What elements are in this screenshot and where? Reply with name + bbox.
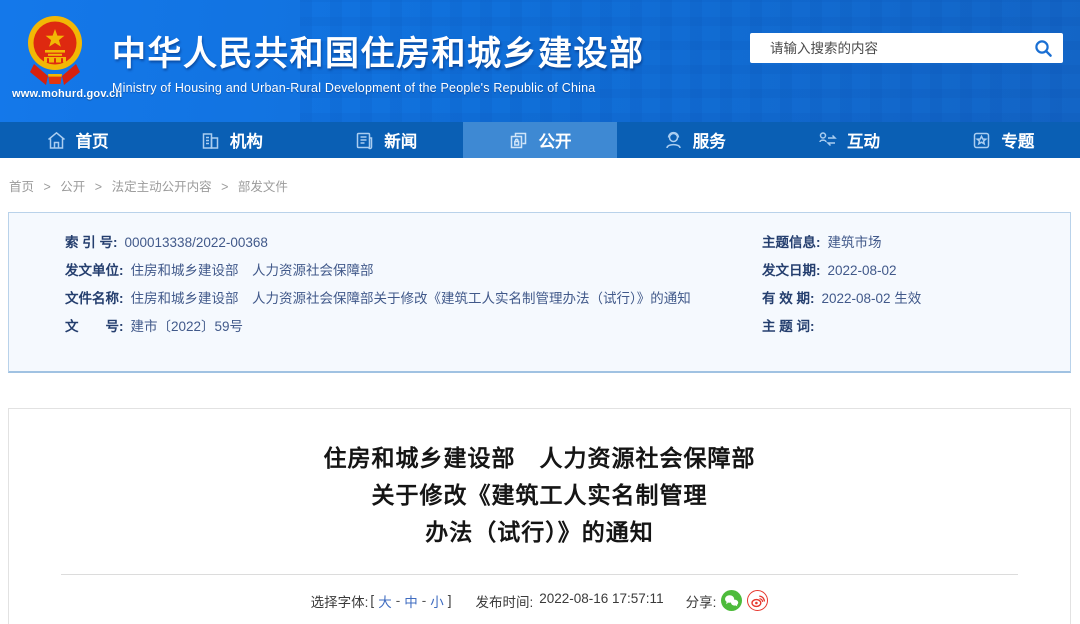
meta-row-keywords: 主 题 词: <box>762 319 1070 334</box>
breadcrumb-item-documents[interactable]: 部发文件 <box>238 180 288 194</box>
breadcrumb-separator: > <box>94 180 103 194</box>
meta-label: 文 号: <box>65 319 124 334</box>
breadcrumb-item-disclosure[interactable]: 公开 <box>60 180 85 194</box>
national-emblem-icon <box>28 16 82 85</box>
nav-item-organization[interactable]: 机构 <box>154 122 308 158</box>
bracket-close: ] <box>447 593 452 608</box>
nav-item-topic[interactable]: 专题 <box>926 122 1080 158</box>
meta-value: 住房和城乡建设部 人力资源社会保障部 <box>130 263 374 278</box>
meta-value: 建筑市场 <box>827 235 882 250</box>
home-icon <box>46 130 67 151</box>
meta-label: 主题信息: <box>762 235 821 250</box>
news-icon <box>354 130 375 151</box>
meta-label: 主 题 词: <box>762 319 815 334</box>
search-box <box>750 33 1063 63</box>
publish-time-label: 发布时间: <box>475 594 534 610</box>
page: www.mohurd.gov.cn 中华人民共和国住房和城乡建设部 Minist… <box>0 0 1080 624</box>
breadcrumb-item-home[interactable]: 首页 <box>9 180 34 194</box>
doc-meta-left-column: 索 引 号: 000013338/2022-00368 发文单位: 住房和城乡建… <box>9 235 704 371</box>
nav-item-label: 首页 <box>75 133 109 151</box>
disclosure-icon <box>508 130 529 151</box>
nav-item-label: 服务 <box>692 133 726 151</box>
share-label: 分享: <box>685 594 717 610</box>
article-box: 住房和城乡建设部 人力资源社会保障部 关于修改《建筑工人实名制管理 办法（试行）… <box>8 408 1071 624</box>
meta-label: 发文日期: <box>762 263 821 278</box>
breadcrumb: 首页 > 公开 > 法定主动公开内容 > 部发文件 <box>9 176 288 195</box>
nav-item-label: 专题 <box>1001 133 1035 151</box>
font-size-separator: - <box>395 593 401 608</box>
search-input[interactable] <box>750 40 1023 56</box>
nav-item-label: 互动 <box>847 133 881 151</box>
wechat-share-button[interactable] <box>721 590 743 611</box>
site-title-block: 中华人民共和国住房和城乡建设部 Ministry of Housing and … <box>112 26 645 95</box>
nav-item-service[interactable]: 服务 <box>617 122 771 158</box>
meta-value: 000013338/2022-00368 <box>124 235 268 250</box>
meta-row-effective-date: 有 效 期: 2022-08-02 生效 <box>762 291 1070 306</box>
nav-item-home[interactable]: 首页 <box>0 122 154 158</box>
nav-item-label: 新闻 <box>384 133 418 151</box>
site-title-en: Ministry of Housing and Urban-Rural Deve… <box>112 81 596 95</box>
meta-value: 2022-08-02 生效 <box>821 291 922 306</box>
nav-item-label: 机构 <box>229 133 263 151</box>
interact-icon <box>817 130 838 151</box>
font-size-medium-button[interactable]: 中 <box>404 591 418 611</box>
breadcrumb-separator: > <box>221 180 229 194</box>
site-title-cn: 中华人民共和国住房和城乡建设部 <box>112 35 645 73</box>
meta-label: 有 效 期: <box>762 291 815 306</box>
font-size-large-button[interactable]: 大 <box>378 591 392 611</box>
breadcrumb-separator: > <box>43 180 51 194</box>
meta-label: 文件名称: <box>65 291 124 306</box>
meta-value: 住房和城乡建设部 人力资源社会保障部关于修改《建筑工人实名制管理办法（试行）》的… <box>130 291 691 306</box>
font-size-separator: - <box>421 593 427 608</box>
meta-row-document-name: 文件名称: 住房和城乡建设部 人力资源社会保障部关于修改《建筑工人实名制管理办法… <box>65 291 704 306</box>
breadcrumb-item-statutory[interactable]: 法定主动公开内容 <box>112 180 212 194</box>
organization-icon <box>200 130 221 151</box>
meta-row-issue-date: 发文日期: 2022-08-02 <box>762 263 1070 278</box>
meta-row-issuing-unit: 发文单位: 住房和城乡建设部 人力资源社会保障部 <box>65 263 704 278</box>
main-nav: 首页 机构 新闻 公开 服务 互动 专题 <box>0 122 1080 158</box>
nav-item-news[interactable]: 新闻 <box>309 122 463 158</box>
wechat-icon <box>725 595 739 607</box>
nav-item-label: 公开 <box>538 133 572 151</box>
topic-icon <box>971 130 992 151</box>
meta-value: 建市〔2022〕59号 <box>130 319 244 334</box>
meta-label: 索 引 号: <box>65 235 118 250</box>
search-button[interactable] <box>1023 33 1063 63</box>
meta-row-document-number: 文 号: 建市〔2022〕59号 <box>65 319 704 334</box>
weibo-icon <box>751 595 765 607</box>
article-title-line: 住房和城乡建设部 人力资源社会保障部 <box>323 445 756 471</box>
publish-time-block: 发布时间: 2022-08-16 17:57:11 <box>475 591 663 611</box>
font-selector-label: 选择字体: <box>310 594 369 610</box>
doc-meta-right-column: 主题信息: 建筑市场 发文日期: 2022-08-02 有 效 期: 2022-… <box>704 235 1070 371</box>
service-icon <box>663 130 684 151</box>
meta-row-topic-info: 主题信息: 建筑市场 <box>762 235 1070 250</box>
title-divider <box>61 574 1018 575</box>
bracket-open: [ <box>370 593 375 608</box>
font-size-selector: 选择字体: [ 大 - 中 - 小 ] <box>311 591 454 611</box>
weibo-share-button[interactable] <box>747 590 769 611</box>
search-icon <box>1034 39 1052 57</box>
meta-row-index-number: 索 引 号: 000013338/2022-00368 <box>65 235 704 250</box>
article-meta-row: 选择字体: [ 大 - 中 - 小 ] 发布时间: 2022-08-16 17:… <box>9 590 1070 611</box>
meta-label: 发文单位: <box>65 263 124 278</box>
nav-item-disclosure[interactable]: 公开 <box>462 122 618 158</box>
meta-value: 2022-08-02 <box>827 263 897 278</box>
publish-time-value: 2022-08-16 17:57:11 <box>539 590 664 606</box>
site-header: www.mohurd.gov.cn 中华人民共和国住房和城乡建设部 Minist… <box>0 0 1080 122</box>
doc-meta-box: 索 引 号: 000013338/2022-00368 发文单位: 住房和城乡建… <box>8 212 1071 373</box>
nav-item-interact[interactable]: 互动 <box>771 122 925 158</box>
article-title-line: 关于修改《建筑工人实名制管理 <box>371 482 708 508</box>
font-size-small-button[interactable]: 小 <box>430 591 444 611</box>
article-title: 住房和城乡建设部 人力资源社会保障部 关于修改《建筑工人实名制管理 办法（试行）… <box>9 440 1070 551</box>
share-block: 分享: <box>686 590 769 611</box>
article-title-line: 办法（试行）》的通知 <box>425 519 654 545</box>
site-url: www.mohurd.gov.cn <box>12 88 123 100</box>
